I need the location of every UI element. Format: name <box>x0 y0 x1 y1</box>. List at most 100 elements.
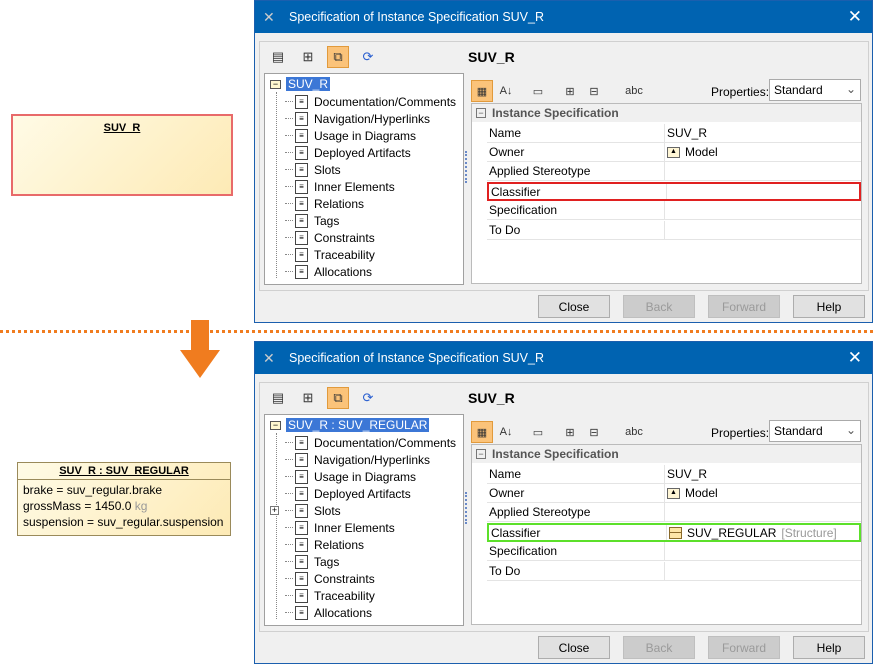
tree-item[interactable]: ≡ Relations <box>285 195 364 212</box>
value-text: SUV_R <box>667 126 708 140</box>
description-icon[interactable]: ▭ <box>527 421 549 443</box>
copy-view-icon[interactable]: ⧉ <box>327 387 349 409</box>
group-header[interactable]: − Instance Specification <box>472 445 861 463</box>
tree-item[interactable]: ≡ Deployed Artifacts <box>285 485 411 502</box>
tree-item[interactable]: ≡ Allocations <box>285 604 372 621</box>
tree-item[interactable]: ≡ Documentation/Comments <box>285 93 456 110</box>
abc-icon[interactable]: abc <box>623 421 645 443</box>
abc-icon[interactable]: abc <box>623 80 645 102</box>
tree-connector <box>285 152 293 153</box>
property-row[interactable]: Specification <box>487 542 861 561</box>
splitter[interactable] <box>465 492 467 524</box>
tree-connector <box>285 186 293 187</box>
tree-root[interactable]: − SUV_R : SUV_REGULAR <box>270 418 430 432</box>
properties-select[interactable]: Standard ⌄ <box>769 420 861 442</box>
group-header[interactable]: − Instance Specification <box>472 104 861 122</box>
table-view-icon[interactable]: ▤ <box>267 46 289 68</box>
property-value[interactable]: SUV_R <box>665 126 712 140</box>
tree-item[interactable]: ≡ Deployed Artifacts <box>285 144 411 161</box>
page-icon: ≡ <box>295 571 308 586</box>
specification-dialog: ✕ Specification of Instance Specification… <box>254 341 873 664</box>
tree-item[interactable]: ≡ Usage in Diagrams <box>285 468 416 485</box>
property-row[interactable]: Name SUV_R <box>487 124 861 143</box>
property-value[interactable]: ▲ Model <box>665 145 723 159</box>
tree-item-label: Tags <box>314 554 340 569</box>
refresh-icon[interactable]: ⟳ <box>357 387 379 409</box>
close-button[interactable]: Close <box>538 295 610 318</box>
expand-all-icon[interactable]: ⊞ <box>559 421 581 443</box>
tree-item[interactable]: ≡ Navigation/Hyperlinks <box>285 110 430 127</box>
properties-label: Properties: <box>711 85 770 99</box>
tree-view-icon[interactable]: ⊞ <box>297 46 319 68</box>
categorized-icon[interactable]: ▦ <box>471 421 493 443</box>
description-icon[interactable]: ▭ <box>527 80 549 102</box>
tree-item[interactable]: ≡ Constraints <box>285 570 375 587</box>
table-view-icon[interactable]: ▤ <box>267 387 289 409</box>
tree-view-icon[interactable]: ⊞ <box>297 387 319 409</box>
collapse-icon[interactable]: − <box>270 79 281 89</box>
instance-shape-top[interactable]: SUV_R <box>11 114 233 196</box>
property-row[interactable]: Specification <box>487 201 861 220</box>
tree-root[interactable]: − SUV_R <box>270 77 331 91</box>
expand-all-icon[interactable]: ⊞ <box>559 80 581 102</box>
tree-item[interactable]: ≡ Tags <box>285 553 339 570</box>
instance-name: SUV_R <box>103 122 141 134</box>
collapse-icon[interactable]: − <box>476 108 486 118</box>
tree-item[interactable]: + ≡ Slots <box>270 502 341 519</box>
tree-connector <box>285 527 293 528</box>
tree-item[interactable]: ≡ Navigation/Hyperlinks <box>285 451 430 468</box>
group-label: Instance Specification <box>492 106 619 120</box>
collapse-all-icon[interactable]: ⊟ <box>583 421 605 443</box>
property-row[interactable]: To Do <box>487 221 861 240</box>
property-row[interactable]: To Do <box>487 562 861 581</box>
tree-item-label: Allocations <box>314 605 373 620</box>
tree-item[interactable]: ≡ Tags <box>285 212 339 229</box>
tree-item[interactable]: ≡ Usage in Diagrams <box>285 127 416 144</box>
tree-item[interactable]: ≡ Inner Elements <box>285 178 395 195</box>
collapse-icon[interactable]: − <box>270 420 281 430</box>
tree-item[interactable]: ≡ Inner Elements <box>285 519 395 536</box>
value-type: [Structure] <box>781 525 837 540</box>
close-icon[interactable]: ✕ <box>848 348 862 368</box>
tree-item[interactable]: ≡ Traceability <box>285 587 375 604</box>
collapse-icon[interactable]: − <box>476 449 486 459</box>
properties-select[interactable]: Standard ⌄ <box>769 79 861 101</box>
tree-connector <box>285 135 293 136</box>
help-button[interactable]: Help <box>793 295 865 318</box>
help-button[interactable]: Help <box>793 636 865 659</box>
dialog-title: Specification of Instance Specification … <box>289 351 544 365</box>
property-value[interactable]: ▲ Model <box>665 486 723 500</box>
app-logo-icon: ✕ <box>263 9 275 25</box>
property-value[interactable]: SUV_R <box>665 467 712 481</box>
splitter[interactable] <box>465 151 467 183</box>
tree-item-label: Slots <box>314 503 341 518</box>
property-name: Applied Stereotype <box>487 162 665 180</box>
property-row[interactable]: Applied Stereotype <box>487 503 861 522</box>
tree-item[interactable]: ≡ Relations <box>285 536 364 553</box>
instance-shape-bottom[interactable]: SUV_R : SUV_REGULAR brake = suv_regular.… <box>17 462 231 536</box>
sort-az-icon[interactable]: A↓ <box>495 80 517 102</box>
tree-item[interactable]: ≡ Documentation/Comments <box>285 434 456 451</box>
collapse-all-icon[interactable]: ⊟ <box>583 80 605 102</box>
expand-icon[interactable]: + <box>270 506 279 515</box>
close-button[interactable]: Close <box>538 636 610 659</box>
tree-item[interactable]: ≡ Traceability <box>285 246 375 263</box>
property-row[interactable]: Owner ▲ Model <box>487 143 861 162</box>
refresh-icon[interactable]: ⟳ <box>357 46 379 68</box>
back-button: Back <box>623 295 695 318</box>
copy-view-icon[interactable]: ⧉ <box>327 46 349 68</box>
property-row[interactable]: Classifier <box>487 182 861 201</box>
tree-connector <box>285 595 293 596</box>
close-icon[interactable]: ✕ <box>848 7 862 27</box>
property-value[interactable]: SUV_REGULAR [Structure] <box>667 526 837 540</box>
sort-az-icon[interactable]: A↓ <box>495 421 517 443</box>
tree-item-label: Allocations <box>314 264 373 279</box>
property-row[interactable]: Owner ▲ Model <box>487 484 861 503</box>
tree-item[interactable]: ≡ Constraints <box>285 229 375 246</box>
property-row[interactable]: Name SUV_R <box>487 465 861 484</box>
property-row[interactable]: Applied Stereotype <box>487 162 861 181</box>
categorized-icon[interactable]: ▦ <box>471 80 493 102</box>
tree-item[interactable]: ≡ Slots <box>285 161 341 178</box>
property-row[interactable]: Classifier SUV_REGULAR [Structure] <box>487 523 861 542</box>
tree-item[interactable]: ≡ Allocations <box>285 263 372 280</box>
